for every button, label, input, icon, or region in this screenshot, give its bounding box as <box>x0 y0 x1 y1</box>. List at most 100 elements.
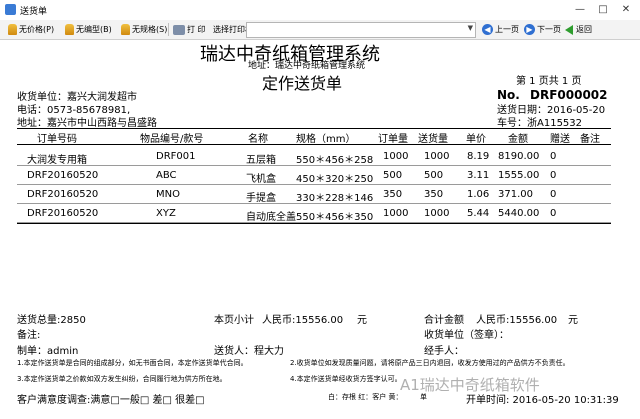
print-label: 打 印 <box>187 25 206 34</box>
printer-icon <box>173 24 185 35</box>
page-info: 第 1 页共 1 页 <box>516 76 582 87</box>
note-3: 3.本定作送货单之价款如双方发生纠纷，合同履行地为供方所在地。 <box>17 375 227 383</box>
note-1: 1.本定作送货单是合同的组成部分，如无书面合同，本定作送货单代合同。 <box>17 359 248 367</box>
printer-select[interactable]: ▼ <box>246 22 476 38</box>
column-header: 订单号码 <box>37 134 77 145</box>
column-header: 单价 <box>466 134 486 145</box>
back-button[interactable]: 返回 <box>565 22 592 37</box>
toolbar-separator <box>168 23 169 36</box>
toolbar: 无价格(P) 无编型(B) 无规格(S) 打 印 选择打印机： ▼ ◀ 上一页 … <box>0 20 640 40</box>
table-cell: 330＊228＊146 <box>296 193 374 204</box>
table-rule <box>17 203 611 204</box>
page-subtotal-amount: 人民币:15556.00 <box>262 315 344 326</box>
vehicle-number: 车号：浙A115532 <box>497 118 583 129</box>
table-cell: 5440.00 <box>498 208 540 219</box>
table-cell: DRF20160520 <box>27 189 99 200</box>
table-cell: 450＊320＊250 <box>296 174 374 185</box>
document-title: 定作送货单 <box>262 74 343 93</box>
maker: 制单：admin <box>17 346 79 357</box>
copies-info: 白：存根 红：客户 黄： <box>328 393 403 401</box>
table-cell: 1000 <box>424 151 450 162</box>
no-model-label: 无编型(B) <box>76 25 112 34</box>
back-arrow-icon <box>565 24 573 35</box>
table-cell: 五层箱 <box>246 155 276 166</box>
table-cell: 1.06 <box>467 189 490 200</box>
close-button[interactable]: ✕ <box>616 2 636 17</box>
total-quantity: 送货总量:2850 <box>17 315 86 326</box>
no-spec-button[interactable]: 无规格(S) <box>121 23 167 36</box>
table-cell: 飞机盒 <box>246 174 276 185</box>
table-rule <box>17 128 611 129</box>
table-cell: 1000 <box>383 208 409 219</box>
column-header: 备注 <box>580 134 600 145</box>
next-page-button[interactable]: ▶ 下一页 <box>524 22 561 37</box>
column-header: 名称 <box>248 134 268 145</box>
document-no-label: No. <box>497 88 520 102</box>
app-icon <box>5 4 16 15</box>
column-header: 金额 <box>508 134 528 145</box>
table-cell: DRF001 <box>156 151 196 162</box>
table-cell: 0 <box>550 189 557 200</box>
table-cell: 0 <box>550 208 557 219</box>
no-price-label: 无价格(P) <box>19 25 55 34</box>
table-cell: 8190.00 <box>498 151 540 162</box>
table-rule <box>17 165 611 166</box>
prev-page-button[interactable]: ◀ 上一页 <box>482 22 519 37</box>
table-cell: 371.00 <box>498 189 533 200</box>
table-cell: 350 <box>383 189 403 200</box>
table-cell: 1555.00 <box>498 170 540 181</box>
table-rule <box>17 144 611 145</box>
minimize-button[interactable]: — <box>570 2 590 17</box>
tool-icon <box>121 24 130 35</box>
total-amount-value: 人民币:15556.00 <box>476 315 558 326</box>
chevron-down-icon[interactable]: ▼ <box>468 24 473 32</box>
table-cell: 550＊456＊258 <box>296 155 374 166</box>
remark-label: 备注: <box>17 330 41 341</box>
title-bar: 送货单 — □ ✕ <box>0 0 640 21</box>
table-rule <box>17 223 611 224</box>
right-arrow-icon: ▶ <box>524 24 535 35</box>
column-header: 物品编号/款号 <box>140 134 204 145</box>
table-cell: 550＊456＊350 <box>296 212 374 223</box>
note-4: 4.本定作送货单经收货方签字认可。 <box>290 375 402 383</box>
handler: 经手人： <box>424 346 464 357</box>
no-price-button[interactable]: 无价格(P) <box>8 23 54 36</box>
table-cell: 500 <box>424 170 444 181</box>
left-arrow-icon: ◀ <box>482 24 493 35</box>
table-cell: 3.11 <box>467 170 490 181</box>
back-label: 返回 <box>576 25 592 34</box>
no-model-button[interactable]: 无编型(B) <box>65 23 112 36</box>
tool-icon <box>8 24 17 35</box>
table-cell: 0 <box>550 170 557 181</box>
table-cell: 手提盒 <box>246 193 276 204</box>
print-button[interactable]: 打 印 <box>173 23 206 36</box>
no-spec-label: 无规格(S) <box>132 25 168 34</box>
table-cell: ABC <box>156 170 177 181</box>
column-header: 赠送 <box>550 134 570 145</box>
maximize-button[interactable]: □ <box>593 2 613 17</box>
document-no: DRF000002 <box>530 88 608 102</box>
table-cell: XYZ <box>156 208 176 219</box>
table-cell: 自动底全盖 <box>246 212 296 223</box>
deliverer: 送货人：程大力 <box>214 346 284 357</box>
prev-page-label: 上一页 <box>495 25 519 34</box>
table-cell: 5.44 <box>467 208 490 219</box>
table-cell: DRF20160520 <box>27 208 99 219</box>
print-time: 开单时间: 2016-05-20 10:31:39 <box>466 395 619 406</box>
window-title: 送货单 <box>20 7 48 17</box>
table-cell: 0 <box>550 151 557 162</box>
next-page-label: 下一页 <box>537 25 561 34</box>
column-header: 送货量 <box>418 134 448 145</box>
page-subtotal-label: 本页小计 <box>214 315 254 326</box>
receiver-signature: 收货单位（签章）： <box>424 330 509 341</box>
table-cell: 500 <box>383 170 403 181</box>
table-cell: 350 <box>424 189 444 200</box>
delivery-document: 瑞达中奇纸箱管理系统 地址：瑞达中奇纸箱管理系统 定作送货单 第 1 页共 1 … <box>0 40 640 419</box>
satisfaction-survey: 客户满意度调查:满意□一般□ 差□ 很差□ <box>17 395 205 406</box>
table-cell: 8.19 <box>467 151 490 162</box>
page-subtotal-unit: 元 <box>357 315 367 326</box>
table-cell: MNO <box>156 189 180 200</box>
table-cell: 1000 <box>383 151 409 162</box>
column-header: 订单量 <box>378 134 408 145</box>
table-cell: 1000 <box>424 208 450 219</box>
